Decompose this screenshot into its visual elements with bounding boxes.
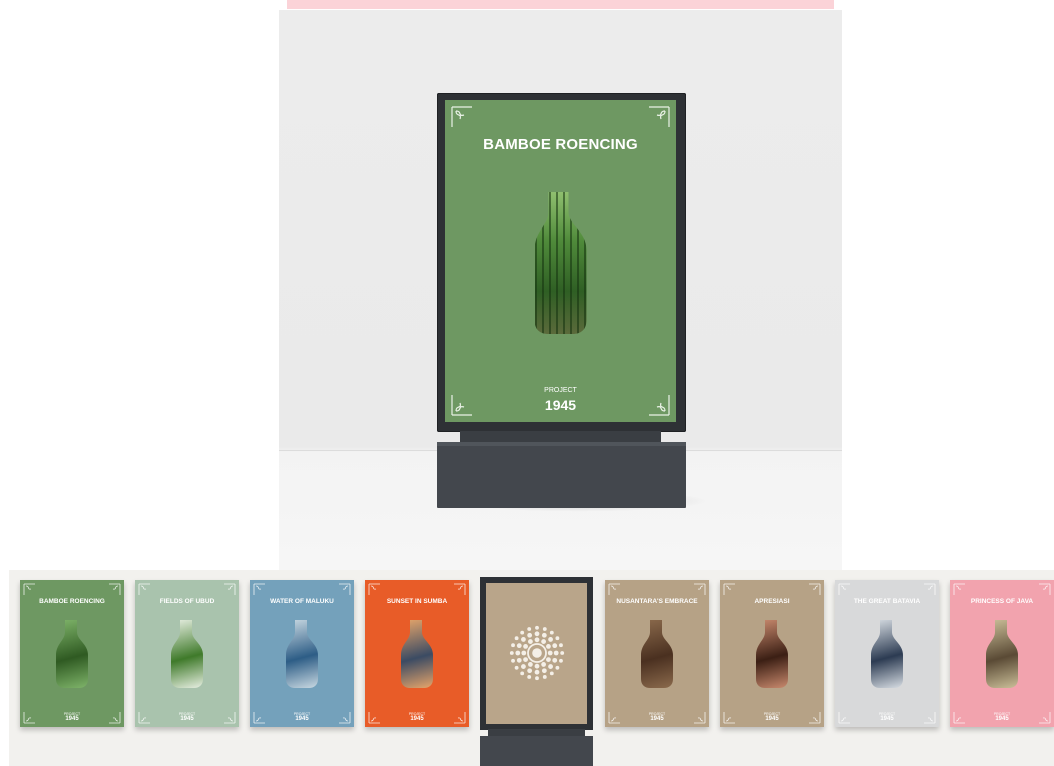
thumbnail-year: 1945: [995, 716, 1009, 722]
ornament-corner-icon: [454, 583, 466, 595]
thumbnail-poster[interactable]: SUNSET IN SUMBA PROJECT 1945: [365, 580, 469, 727]
thumbnail-title: WATER OF MALUKU: [270, 598, 334, 605]
thumbnail-year: 1945: [650, 716, 664, 722]
bottle-image: [171, 620, 203, 688]
ornament-corner-icon: [339, 583, 351, 595]
thumbnail-poster[interactable]: BAMBOE ROENCING PROJECT 1945: [20, 580, 124, 727]
mini-kiosk-base: [480, 736, 593, 766]
thumbnail-title: PRINCESS OF JAVA: [970, 598, 1034, 605]
bottle-image: [56, 620, 88, 688]
ornament-corner-icon: [838, 583, 850, 595]
ornament-corner-icon: [23, 583, 35, 595]
bottle-image: [871, 620, 903, 688]
thumbnail-year: 1945: [65, 716, 79, 722]
thumbnail-year: 1945: [880, 716, 894, 722]
thumbnail-title: APRESIASI: [754, 598, 790, 605]
bottle-image: [286, 620, 318, 688]
ornament-corner-icon: [109, 583, 121, 595]
top-pink-banner: [287, 0, 834, 9]
thumbnail-poster[interactable]: APRESIASI PROJECT 1945: [720, 580, 824, 727]
ornament-corner-icon: [649, 106, 670, 127]
ornament-corner-icon: [723, 583, 735, 595]
ornament-corner-icon: [809, 583, 821, 595]
thumbnail-year: 1945: [410, 716, 424, 722]
hero-poster: BAMBOE ROENCING PROJECT 1945: [445, 100, 676, 422]
ornament-corner-icon: [368, 583, 380, 595]
bottle-forest-image: [535, 192, 587, 334]
poster-year: 1945: [544, 397, 577, 413]
thumbnail-poster[interactable]: FIELDS OF UBUD PROJECT 1945: [135, 580, 239, 727]
mandala-logo-icon: [509, 625, 565, 681]
poster-title: BAMBOE ROENCING: [483, 136, 638, 153]
ornament-corner-icon: [224, 583, 236, 595]
mini-poster: [486, 583, 587, 724]
thumbnail-year: 1945: [295, 716, 309, 722]
ornament-corner-icon: [694, 583, 706, 595]
bottle-image: [401, 620, 433, 688]
thumbnail-poster[interactable]: NUSANTARA'S EMBRACE PROJECT 1945: [605, 580, 709, 727]
hero-product-image: BAMBOE ROENCING PROJECT 1945: [279, 10, 842, 570]
bottle-image: [986, 620, 1018, 688]
ornament-corner-icon: [253, 583, 265, 595]
thumbnail-poster[interactable]: PRINCESS OF JAVA PROJECT 1945: [950, 580, 1054, 727]
ornament-corner-icon: [608, 583, 620, 595]
ornament-corner-icon: [953, 583, 965, 595]
thumbnail-title: FIELDS OF UBUD: [159, 598, 215, 605]
ornament-corner-icon: [924, 583, 936, 595]
thumbnail-title: BAMBOE ROENCING: [39, 598, 105, 605]
thumbnail-title: SUNSET IN SUMBA: [386, 598, 448, 605]
thumbnail-year: 1945: [180, 716, 194, 722]
ornament-corner-icon: [1039, 583, 1051, 595]
ornament-corner-icon: [138, 583, 150, 595]
thumbnail-kiosk-selected[interactable]: [480, 577, 593, 766]
poster-project-label: PROJECT: [544, 387, 577, 394]
ornament-corner-icon: [451, 106, 472, 127]
thumbnail-title: THE GREAT BATAVIA: [853, 598, 921, 605]
kiosk-base: [437, 442, 686, 508]
thumbnail-poster[interactable]: WATER OF MALUKU PROJECT 1945: [250, 580, 354, 727]
thumbnail-strip: BAMBOE ROENCING PROJECT 1945 FIELDS OF U…: [9, 570, 1054, 766]
bottle-image: [756, 620, 788, 688]
thumbnail-poster[interactable]: THE GREAT BATAVIA PROJECT 1945: [835, 580, 939, 727]
thumbnail-title: NUSANTARA'S EMBRACE: [616, 598, 698, 605]
thumbnail-year: 1945: [765, 716, 779, 722]
kiosk-frame: BAMBOE ROENCING PROJECT 1945: [437, 93, 686, 432]
bottle-image: [641, 620, 673, 688]
